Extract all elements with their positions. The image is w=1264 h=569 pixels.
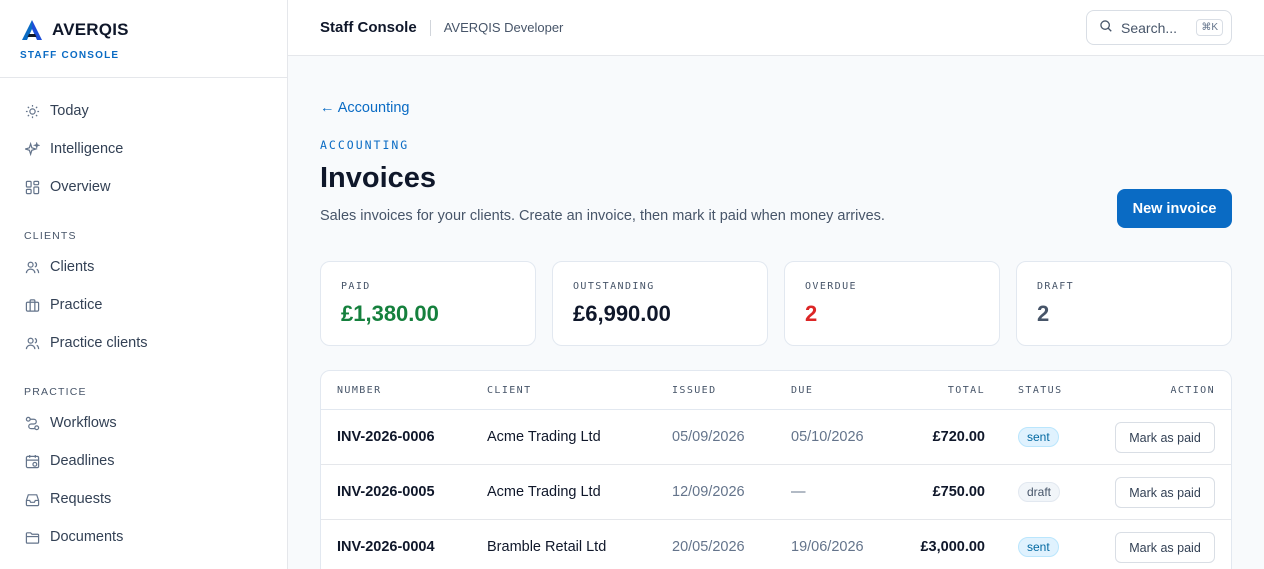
folder-icon: [24, 529, 40, 545]
invoice-number[interactable]: INV-2026-0004: [337, 539, 435, 555]
sidebar-item-clients[interactable]: Clients: [0, 248, 287, 286]
sidebar-item-label: Practice: [50, 297, 103, 313]
sidebar-item-label: Documents: [50, 529, 124, 545]
status-badge: sent: [1018, 537, 1059, 557]
stat-value: 2: [805, 301, 818, 326]
briefcase-icon: [24, 297, 40, 313]
workspace-name: AVERQIS Developer: [443, 20, 564, 35]
page-description: Sales invoices for your clients. Create …: [320, 208, 885, 224]
stat-label: OUTSTANDING: [573, 281, 655, 292]
stat-card-overdue: OVERDUE 2: [784, 261, 1000, 346]
column-header-action: ACTION: [1170, 385, 1215, 396]
stat-card-draft: DRAFT 2: [1016, 261, 1232, 346]
sidebar-item-label: Clients: [50, 259, 95, 275]
search-placeholder[interactable]: Search...: [1121, 20, 1177, 36]
sidebar-item-label: Requests: [50, 491, 112, 507]
brand-name[interactable]: AVERQIS: [52, 20, 129, 40]
page-title: Invoices: [320, 162, 437, 194]
page-eyebrow: ACCOUNTING: [320, 138, 410, 152]
due-date: —: [791, 484, 806, 500]
stat-label: DRAFT: [1037, 281, 1075, 292]
search-box[interactable]: Search... ⌘K: [1086, 10, 1232, 45]
column-header-due[interactable]: DUE: [791, 385, 813, 396]
sidebar-item-label: Workflows: [50, 415, 117, 431]
table-row[interactable]: INV-2026-0005 Acme Trading Ltd 12/09/202…: [321, 465, 1231, 520]
invoices-table: NUMBER CLIENT ISSUED DUE TOTAL STATUS AC…: [320, 370, 1232, 569]
table-row[interactable]: INV-2026-0004 Bramble Retail Ltd 20/05/2…: [321, 520, 1231, 569]
sidebar-item-overview[interactable]: Overview: [0, 168, 287, 206]
sidebar-item-label: Practice clients: [50, 335, 148, 351]
column-header-number[interactable]: NUMBER: [337, 385, 382, 396]
stat-label: OVERDUE: [805, 281, 857, 292]
sidebar-item-label: Deadlines: [50, 453, 115, 469]
top-bar: Staff Console AVERQIS Developer Search..…: [288, 0, 1264, 56]
due-date: 05/10/2026: [791, 429, 864, 445]
issued-date: 12/09/2026: [672, 484, 745, 500]
stat-card-outstanding: OUTSTANDING £6,990.00: [552, 261, 768, 346]
table-header: NUMBER CLIENT ISSUED DUE TOTAL STATUS AC…: [321, 371, 1231, 410]
issued-date: 05/09/2026: [672, 429, 745, 445]
mark-as-paid-button[interactable]: Mark as paid: [1115, 477, 1215, 508]
stats-row: PAID £1,380.00 OUTSTANDING £6,990.00 OVE…: [320, 261, 1232, 346]
search-icon: [1099, 19, 1113, 36]
stat-card-paid: PAID £1,380.00: [320, 261, 536, 346]
sidebar-item-intelligence[interactable]: Intelligence: [0, 130, 287, 168]
client-name: Acme Trading Ltd: [487, 429, 601, 445]
sidebar-item-today[interactable]: Today: [0, 92, 287, 130]
brand-header: AVERQIS STAFF CONSOLE: [0, 0, 287, 78]
new-invoice-button[interactable]: New invoice: [1117, 189, 1232, 228]
sidebar-item-requests[interactable]: Requests: [0, 480, 287, 518]
stat-value: £6,990.00: [573, 301, 671, 326]
app-title: Staff Console: [320, 19, 417, 36]
inbox-icon: [24, 491, 40, 507]
sidebar-item-label: Today: [50, 103, 89, 119]
column-header-total[interactable]: TOTAL: [948, 385, 985, 396]
sidebar-item-practice[interactable]: Practice: [0, 286, 287, 324]
grid-icon: [24, 179, 40, 195]
stat-value: 2: [1037, 301, 1050, 326]
stat-value: £1,380.00: [341, 301, 439, 326]
client-name: Acme Trading Ltd: [487, 484, 601, 500]
calendar-icon: [24, 453, 40, 469]
mark-as-paid-button[interactable]: Mark as paid: [1115, 422, 1215, 453]
status-badge: sent: [1018, 427, 1059, 447]
workflow-icon: [24, 415, 40, 431]
users-icon: [24, 259, 40, 275]
back-link-accounting[interactable]: ← Accounting: [320, 100, 409, 116]
due-date: 19/06/2026: [791, 539, 864, 555]
column-header-status[interactable]: STATUS: [1018, 385, 1063, 396]
status-badge: draft: [1018, 482, 1061, 502]
issued-date: 20/05/2026: [672, 539, 745, 555]
sidebar-item-label: Overview: [50, 179, 111, 195]
invoice-total: £750.00: [932, 484, 985, 500]
brand-subtitle: STAFF CONSOLE: [20, 50, 120, 61]
sidebar-item-practice-clients[interactable]: Practice clients: [0, 324, 287, 362]
sun-icon: [24, 103, 40, 119]
sidebar-item-label: Intelligence: [50, 141, 124, 157]
stat-label: PAID: [341, 281, 371, 292]
sidebar: AVERQIS STAFF CONSOLE Today Intelligence…: [0, 0, 288, 569]
sidebar-item-deadlines[interactable]: Deadlines: [0, 442, 287, 480]
column-header-issued[interactable]: ISSUED: [672, 385, 717, 396]
client-name: Bramble Retail Ltd: [487, 539, 607, 555]
sparkles-icon: [24, 141, 40, 157]
main-content: ← Accounting ACCOUNTING Invoices Sales i…: [288, 56, 1264, 569]
invoice-number[interactable]: INV-2026-0005: [337, 484, 435, 500]
invoice-total: £720.00: [932, 429, 985, 445]
sidebar-item-documents[interactable]: Documents: [0, 518, 287, 556]
users-icon: [24, 335, 40, 351]
sidebar-section-practice: PRACTICE: [24, 386, 87, 398]
sidebar-nav: Today Intelligence Overview CLIENTS Clie…: [0, 78, 287, 556]
invoice-number[interactable]: INV-2026-0006: [337, 429, 435, 445]
search-shortcut: ⌘K: [1196, 19, 1223, 36]
table-row[interactable]: INV-2026-0006 Acme Trading Ltd 05/09/202…: [321, 410, 1231, 465]
header-divider: [429, 19, 431, 36]
mark-as-paid-button[interactable]: Mark as paid: [1115, 532, 1215, 563]
column-header-client[interactable]: CLIENT: [487, 385, 532, 396]
invoice-total: £3,000.00: [920, 539, 985, 555]
sidebar-section-clients: CLIENTS: [24, 230, 77, 242]
sidebar-item-workflows[interactable]: Workflows: [0, 404, 287, 442]
averqis-logo-icon: [20, 18, 48, 42]
